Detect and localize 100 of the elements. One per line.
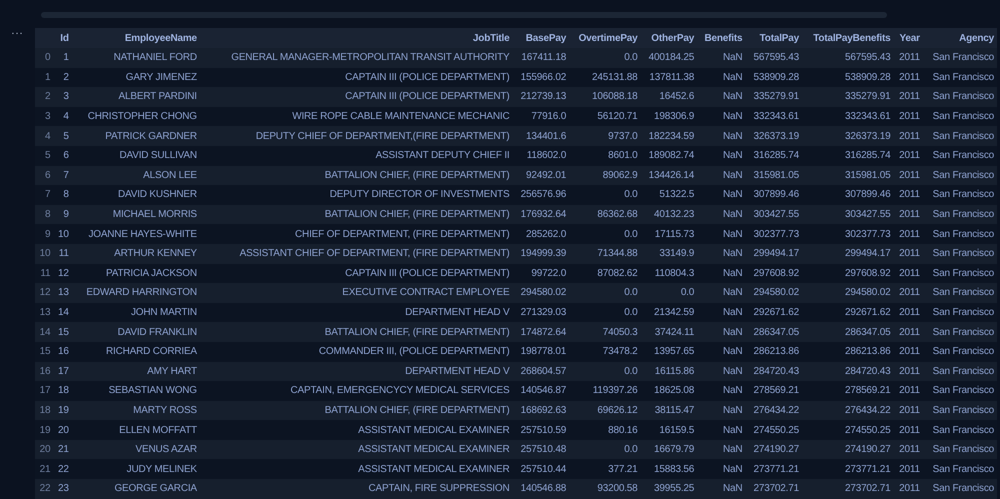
- table-cell: San Francisco: [922, 126, 997, 146]
- column-header: TotalPayBenefits: [802, 28, 894, 48]
- table-cell: 92492.01: [512, 166, 570, 186]
- table-cell: 284720.43: [745, 362, 802, 382]
- table-cell: 86362.68: [569, 204, 641, 224]
- table-cell: San Francisco: [922, 106, 997, 126]
- table-cell: 0.0: [569, 362, 641, 382]
- table-cell: NaN: [697, 48, 746, 68]
- table-cell: NaN: [697, 302, 746, 322]
- table-cell: 69626.12: [569, 400, 641, 420]
- table-cell: 294580.02: [745, 283, 802, 303]
- column-header: BasePay: [512, 28, 570, 48]
- table-cell: 297608.92: [745, 264, 802, 284]
- table-cell: AMY HART: [72, 362, 200, 382]
- table-cell: 9737.0: [569, 126, 641, 146]
- table-cell: 198306.9: [640, 106, 698, 126]
- table-cell: 137811.38: [640, 68, 698, 88]
- table-cell: CAPTAIN, FIRE SUPPRESSION: [200, 479, 512, 499]
- row-index: 22: [35, 479, 54, 499]
- table-cell: 2011: [893, 362, 923, 382]
- table-cell: 326373.19: [745, 126, 802, 146]
- table-cell: WIRE ROPE CABLE MAINTENANCE MECHANIC: [200, 106, 512, 126]
- table-cell: 2: [53, 68, 72, 88]
- table-cell: 326373.19: [802, 126, 894, 146]
- table-cell: 2011: [893, 283, 923, 303]
- table-cell: 176932.64: [512, 204, 570, 224]
- table-cell: ALSON LEE: [72, 166, 200, 186]
- table-cell: 87082.62: [569, 264, 641, 284]
- table-cell: BATTALION CHIEF, (FIRE DEPARTMENT): [200, 166, 512, 186]
- table-cell: 292671.62: [802, 302, 894, 322]
- table-cell: 0.0: [640, 283, 698, 303]
- row-index: 1: [35, 68, 54, 88]
- table-cell: 17: [53, 362, 72, 382]
- table-cell: NATHANIEL FORD: [72, 48, 200, 68]
- table-cell: PATRICK GARDNER: [72, 126, 200, 146]
- table-cell: 74050.3: [569, 322, 641, 342]
- table-cell: 400184.25: [640, 48, 698, 68]
- table-cell: 245131.88: [569, 68, 641, 88]
- table-cell: DEPUTY CHIEF OF DEPARTMENT,(FIRE DEPARTMENT): [200, 126, 512, 146]
- row-index: 20: [35, 440, 54, 460]
- table-cell: 56120.71: [569, 106, 641, 126]
- table-cell: 538909.28: [802, 68, 894, 88]
- table-cell: 2011: [893, 479, 923, 499]
- table-cell: 335279.91: [802, 87, 894, 107]
- table-cell: 7: [53, 166, 72, 186]
- table-cell: NaN: [697, 126, 746, 146]
- row-index: 6: [35, 166, 54, 186]
- table-cell: San Francisco: [922, 87, 997, 107]
- table-cell: CAPTAIN III (POLICE DEPARTMENT): [200, 264, 512, 284]
- table-cell: 2011: [893, 106, 923, 126]
- row-index: 10: [35, 244, 54, 264]
- table-cell: 2011: [893, 166, 923, 186]
- table-cell: NaN: [697, 322, 746, 342]
- table-cell: NaN: [697, 283, 746, 303]
- table-cell: San Francisco: [922, 400, 997, 420]
- table-cell: NaN: [697, 264, 746, 284]
- table-cell: 303427.55: [802, 204, 894, 224]
- table-cell: San Francisco: [922, 204, 997, 224]
- table-cell: BATTALION CHIEF, (FIRE DEPARTMENT): [200, 204, 512, 224]
- table-cell: San Francisco: [922, 283, 997, 303]
- table-cell: 16679.79: [640, 440, 698, 460]
- table-cell: 2011: [893, 126, 923, 146]
- table-cell: 39955.25: [640, 479, 698, 499]
- table-cell: 274190.27: [802, 440, 894, 460]
- table-cell: San Francisco: [922, 166, 997, 186]
- table-cell: 268604.57: [512, 362, 570, 382]
- table-cell: 294580.02: [802, 283, 894, 303]
- table-cell: 294580.02: [512, 283, 570, 303]
- table-cell: NaN: [697, 106, 746, 126]
- table-cell: 256576.96: [512, 185, 570, 205]
- table-cell: 2011: [893, 204, 923, 224]
- more-options-menu[interactable]: ...: [11, 26, 24, 36]
- table-cell: 4: [53, 106, 72, 126]
- table-cell: 212739.13: [512, 87, 570, 107]
- table-cell: 167411.18: [512, 48, 570, 68]
- table-cell: DEPUTY DIRECTOR OF INVESTMENTS: [200, 185, 512, 205]
- table-cell: ASSISTANT CHIEF OF DEPARTMENT, (FIRE DEPARTMENT): [200, 244, 512, 264]
- table-cell: 257510.48: [512, 440, 570, 460]
- table-cell: CAPTAIN III (POLICE DEPARTMENT): [200, 68, 512, 88]
- column-header: EmployeeName: [72, 28, 200, 48]
- table-cell: 168692.63: [512, 400, 570, 420]
- table-cell: GARY JIMENEZ: [72, 68, 200, 88]
- table-cell: 15: [53, 322, 72, 342]
- row-index: 16: [35, 362, 54, 382]
- table-cell: 332343.61: [745, 106, 802, 126]
- table-cell: 182234.59: [640, 126, 698, 146]
- table-cell: 1: [53, 48, 72, 68]
- table-cell: ALBERT PARDINI: [72, 87, 200, 107]
- column-header: TotalPay: [745, 28, 802, 48]
- table-cell: San Francisco: [922, 68, 997, 88]
- table-cell: 99722.0: [512, 264, 570, 284]
- table-cell: 567595.43: [745, 48, 802, 68]
- table-cell: 0.0: [569, 302, 641, 322]
- column-header: JobTitle: [200, 28, 512, 48]
- table-cell: 155966.02: [512, 68, 570, 88]
- table-cell: MICHAEL MORRIS: [72, 204, 200, 224]
- table-cell: DEPARTMENT HEAD V: [200, 362, 512, 382]
- column-header: Year: [893, 28, 923, 48]
- row-index: 12: [35, 283, 54, 303]
- table-cell: EDWARD HARRINGTON: [72, 283, 200, 303]
